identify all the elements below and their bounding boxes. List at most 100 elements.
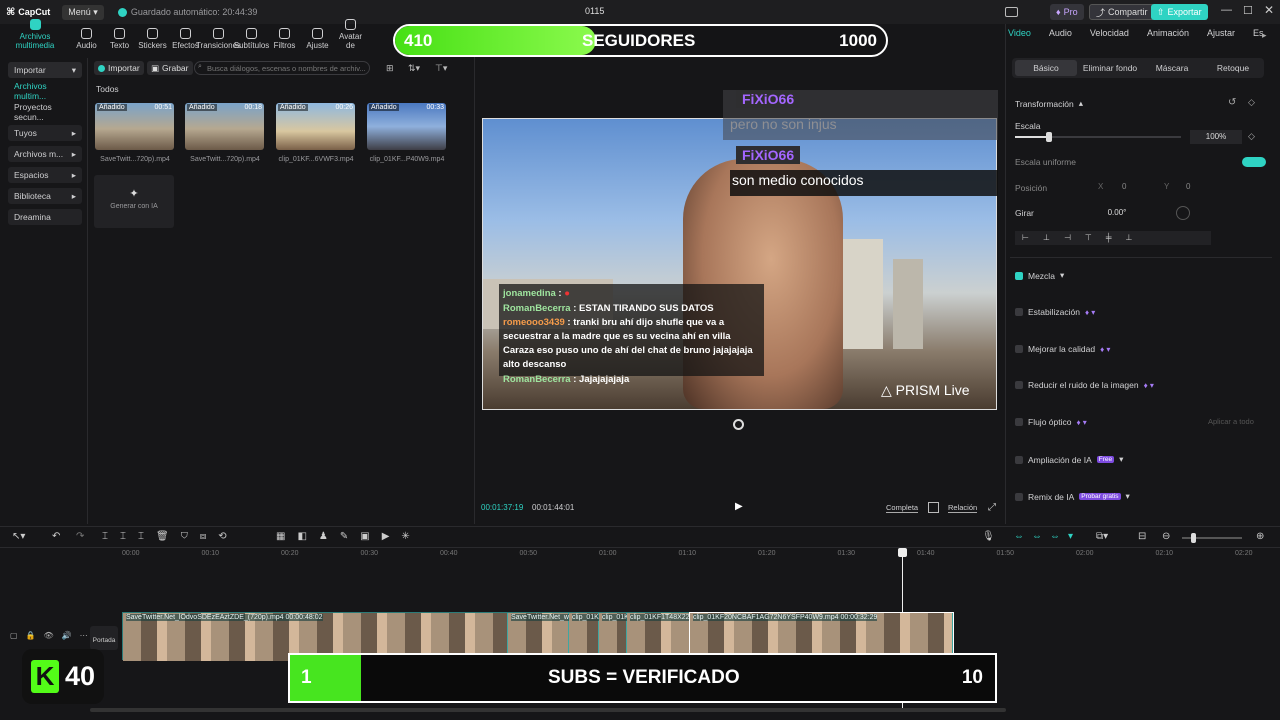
sidebar-item-projects[interactable]: Proyectos secun... (8, 102, 82, 122)
ai-expand-row[interactable]: Ampliación de IA Free ▾ (1015, 454, 1123, 465)
zoom-in-icon[interactable]: ⊕ (1256, 531, 1264, 542)
record-button[interactable]: ▣ Grabar (147, 61, 193, 75)
inspector-tab[interactable]: Animación (1147, 28, 1189, 48)
rotate-dial[interactable] (1176, 206, 1190, 220)
media-thumbnail[interactable]: Añadido 00:26 (276, 103, 355, 150)
inspector-tab[interactable]: Audio (1049, 28, 1072, 48)
zoom-slider-handle[interactable] (1191, 533, 1196, 543)
cover-button[interactable]: Portada (90, 626, 118, 650)
layout-icon[interactable] (1005, 7, 1018, 17)
inspector-tab[interactable]: Velocidad (1090, 28, 1129, 48)
improve-quality-row[interactable]: Mejorar la calidad ♦ ▾ (1015, 344, 1110, 354)
aspect-ratio-button[interactable]: Relación (948, 503, 978, 513)
sidebar-import[interactable]: Importar ▾ (8, 62, 82, 78)
ai-remix-checkbox[interactable] (1015, 492, 1023, 501)
full-view-button[interactable]: Completa (886, 503, 919, 513)
tool-tab[interactable]: Archivos multimedia (0, 19, 70, 54)
sidebar-item-files[interactable]: Archivos m... ▸ (8, 146, 82, 162)
align-icons[interactable]: ⊢⊥⊣⊤╪⊥ (1022, 233, 1147, 242)
tool-tab[interactable]: Stickers (136, 28, 169, 54)
stabilize-row[interactable]: Estabilización ♦ ▾ (1015, 307, 1095, 317)
blend-row[interactable]: Mezcla ▾ (1015, 270, 1064, 281)
play-icon[interactable]: ▶ (735, 501, 743, 512)
uniform-scale-toggle[interactable] (1242, 157, 1266, 167)
redo-icon[interactable]: ↷ (76, 531, 84, 542)
inspector-tab[interactable]: Ajustar (1207, 28, 1235, 48)
inspector-tab[interactable]: Video (1008, 28, 1031, 48)
keyframe-icon[interactable]: ◇ (1248, 97, 1255, 108)
close-button[interactable]: ✕ (1264, 3, 1274, 17)
improve-quality-checkbox[interactable] (1015, 345, 1023, 353)
rotate-handle-icon[interactable] (733, 419, 744, 430)
subtab-retouch[interactable]: Retoque (1204, 60, 1262, 76)
snap-icon[interactable]: ⧉▾ (1096, 531, 1108, 542)
keyframe-icon[interactable]: ◇ (1248, 131, 1255, 142)
preview-axis-icon[interactable]: ⊟ (1138, 531, 1146, 542)
sidebar-item-spaces[interactable]: Espacios ▸ (8, 167, 82, 183)
scale-value-input[interactable]: 100% (1190, 130, 1242, 144)
sidebar-item-library[interactable]: Biblioteca ▸ (8, 188, 82, 204)
import-button[interactable]: Importar (94, 61, 144, 75)
sort-icon[interactable]: ⇅▾ (408, 63, 420, 74)
export-button[interactable]: ⇧ Exportar (1151, 4, 1208, 20)
playhead-handle[interactable] (898, 548, 907, 557)
maximize-button[interactable]: ☐ (1243, 4, 1253, 17)
divider (1005, 24, 1006, 524)
effect-tool-icons[interactable]: ▦◧♟✎▣▶✳ (276, 531, 422, 542)
media-thumbnail[interactable]: Añadido 00:18 (185, 103, 264, 150)
noise-reduction-checkbox[interactable] (1015, 381, 1023, 389)
tool-tab[interactable]: Avatar de (334, 19, 367, 54)
fixio-message: pero no son injus (730, 116, 837, 132)
fullscreen-icon[interactable]: ⤢ (988, 502, 996, 513)
search-input[interactable]: Busca diálogos, escenas o nombres de arc… (194, 61, 370, 75)
optical-flow-checkbox[interactable] (1015, 418, 1023, 426)
sidebar-item-media[interactable]: Archivos multim... (8, 81, 82, 101)
undo-icon[interactable]: ↶ (52, 531, 60, 542)
track-controls[interactable]: ▢🔒👁🔊⋯ (10, 631, 96, 640)
grid-view-icon[interactable]: ⊞ (386, 63, 394, 74)
sidebar-item-dreamina[interactable]: Dreamina (8, 209, 82, 225)
menu-button[interactable]: Menú ▾ (62, 4, 104, 20)
tool-label: Archivos multimedia (15, 32, 55, 50)
link-tool-icons[interactable]: ⇔⇔⇔▾ (1014, 531, 1081, 542)
apply-all-button[interactable]: Aplicar a todo (1208, 417, 1254, 426)
select-tool-icon[interactable]: ↖▾ (12, 531, 25, 542)
media-thumbnail[interactable]: Añadido 00:51 (95, 103, 174, 150)
minimize-button[interactable]: — (1221, 4, 1232, 16)
zoom-out-icon[interactable]: ⊖ (1162, 531, 1170, 542)
scale-slider-handle[interactable] (1046, 132, 1052, 142)
generate-ai-label: Generar con IA (110, 203, 158, 210)
timeline-scrollbar[interactable] (90, 708, 1006, 712)
ai-remix-row[interactable]: Remix de IA Probar gratis ▾ (1015, 491, 1130, 502)
tool-tab[interactable]: Filtros (268, 28, 301, 54)
filter-icon[interactable]: ⊤▾ (435, 63, 447, 74)
tool-tab[interactable]: Subtítulos (234, 28, 269, 54)
subtab-mask[interactable]: Máscara (1143, 60, 1201, 76)
pro-button[interactable]: ♦ Pro (1050, 4, 1084, 20)
subtab-basic[interactable]: Básico (1015, 60, 1077, 76)
position-x-input[interactable]: 0 (1122, 182, 1126, 191)
optical-flow-row[interactable]: Flujo óptico ♦ ▾ (1015, 417, 1087, 427)
tool-tab[interactable]: Transiciones (196, 28, 241, 54)
rotate-value-input[interactable]: 0.00° (1096, 206, 1138, 220)
noise-reduction-row[interactable]: Reducir el ruido de la imagen ♦ ▾ (1015, 380, 1154, 390)
ai-expand-checkbox[interactable] (1015, 455, 1023, 464)
subs-label: SUBS = VERIFICADO (548, 667, 740, 688)
crop-icon[interactable] (928, 502, 939, 513)
sidebar-item-yours[interactable]: Tuyos ▸ (8, 125, 82, 141)
position-y-input[interactable]: 0 (1186, 182, 1190, 191)
reset-icon[interactable]: ↺ (1228, 97, 1236, 108)
subtab-remove-bg[interactable]: Eliminar fondo (1080, 60, 1140, 76)
tool-tab[interactable]: Audio (70, 28, 103, 54)
stabilize-checkbox[interactable] (1015, 308, 1023, 316)
scroll-right-icon[interactable]: ▸ (1262, 30, 1267, 41)
microphone-icon[interactable]: 🎙 (982, 531, 995, 542)
tool-tab[interactable]: Texto (103, 28, 136, 54)
media-thumbnail[interactable]: Añadido 00:33 (367, 103, 446, 150)
position-label: Posición (1015, 183, 1048, 193)
edit-tool-icons[interactable]: ⌶⌶⌶🗑⛉⧈⟲ (102, 531, 239, 542)
share-button[interactable]: ⤴ Compartir (1089, 4, 1155, 20)
tool-tab[interactable]: Ajuste (301, 28, 334, 54)
generate-ai-card[interactable]: ✦ Generar con IA (94, 175, 174, 228)
blend-checkbox[interactable] (1015, 271, 1023, 280)
